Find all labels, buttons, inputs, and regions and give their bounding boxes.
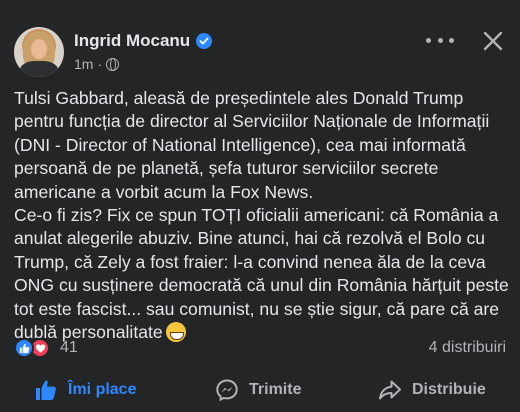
post-header: Ingrid Mocanu 1m · bbox=[0, 0, 520, 84]
shares-count[interactable]: 4 distribuiri bbox=[429, 339, 506, 357]
send-label: Trimite bbox=[249, 381, 302, 398]
action-bar: Îmi place Trimite Distribuie bbox=[0, 368, 520, 412]
like-label: Îmi place bbox=[68, 381, 137, 398]
close-icon[interactable] bbox=[482, 30, 504, 52]
reactions-row: 41 4 distribuiri bbox=[14, 337, 506, 359]
avatar-face bbox=[31, 39, 47, 59]
post-time[interactable]: 1m bbox=[74, 56, 93, 72]
globe-icon bbox=[106, 57, 120, 71]
author-name-row: Ingrid Mocanu bbox=[74, 31, 213, 51]
thumbs-up-icon bbox=[36, 380, 56, 400]
avatar-body bbox=[20, 61, 58, 77]
share-button[interactable]: Distribuie bbox=[378, 368, 486, 412]
like-reaction-icon bbox=[14, 338, 34, 358]
messenger-icon bbox=[216, 379, 238, 402]
post-meta: 1m · bbox=[74, 56, 120, 72]
send-button[interactable]: Trimite bbox=[215, 368, 301, 412]
post-text: Tulsi Gabbard, aleasă de președintele al… bbox=[14, 88, 509, 343]
meta-separator: · bbox=[97, 56, 103, 72]
share-arrow-icon bbox=[379, 380, 401, 400]
more-options-icon[interactable] bbox=[426, 30, 454, 50]
like-button[interactable]: Îmi place bbox=[34, 368, 136, 412]
more-dot bbox=[426, 37, 431, 43]
reaction-count[interactable]: 41 bbox=[60, 339, 78, 357]
post-body: Tulsi Gabbard, aleasă de președintele al… bbox=[14, 87, 509, 344]
more-dot bbox=[449, 37, 454, 43]
verified-badge-icon bbox=[196, 33, 213, 49]
author-avatar[interactable] bbox=[14, 27, 64, 77]
reaction-icons[interactable] bbox=[14, 338, 50, 358]
author-name[interactable]: Ingrid Mocanu bbox=[74, 31, 190, 51]
more-dot bbox=[437, 37, 443, 43]
share-label: Distribuie bbox=[412, 381, 486, 398]
